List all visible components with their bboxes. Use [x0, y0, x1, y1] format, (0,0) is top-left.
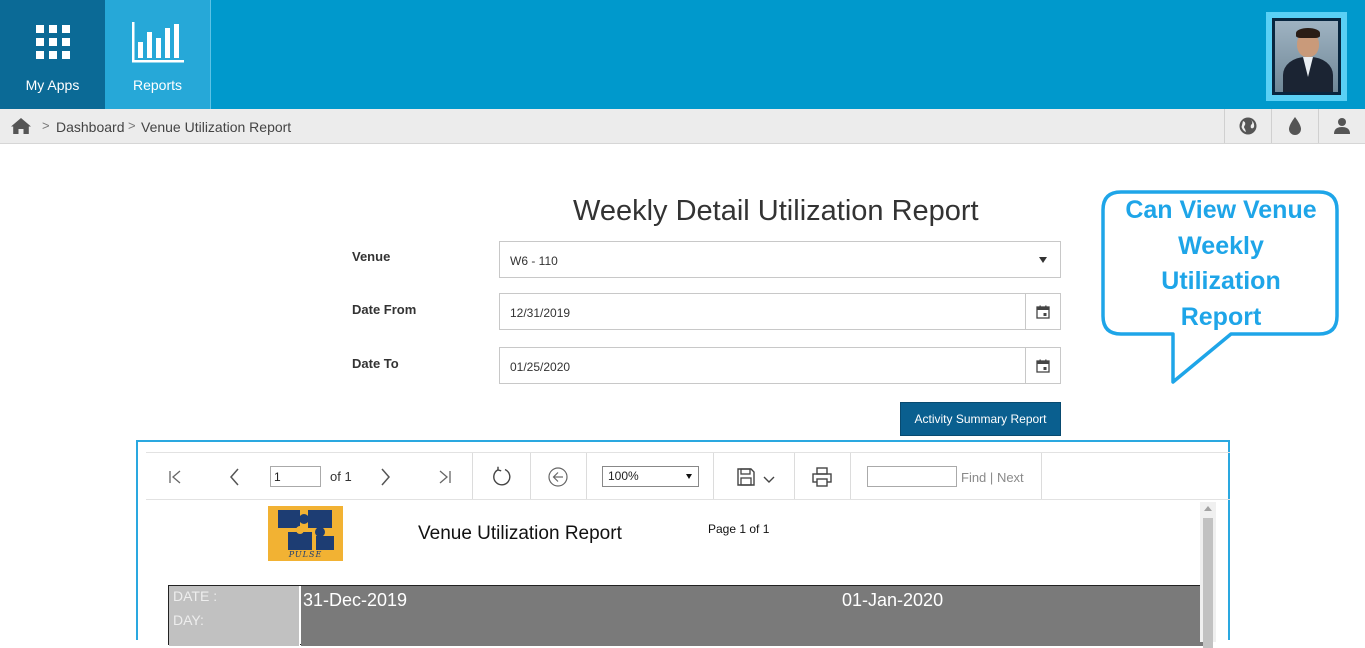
- breadcrumb-current: Venue Utilization Report: [141, 119, 292, 135]
- report-page-info: Page 1 of 1: [708, 522, 770, 536]
- globe-icon: [1239, 117, 1257, 135]
- date-to-value: 01/25/2020: [510, 360, 571, 374]
- find-input[interactable]: [867, 466, 957, 487]
- first-page-icon: [169, 470, 181, 484]
- scroll-up-arrow-icon[interactable]: [1204, 506, 1212, 511]
- next-link[interactable]: Next: [997, 470, 1024, 485]
- toolbar-divider: [1041, 453, 1042, 499]
- dropdown-caret-icon: [1039, 257, 1047, 263]
- find-controls: Find | Next: [961, 470, 1024, 485]
- export-button[interactable]: [734, 465, 778, 489]
- toolbar-divider: [850, 453, 851, 499]
- breadcrumb-tools: [1224, 109, 1365, 143]
- apps-grid-icon: [35, 25, 70, 59]
- user-avatar[interactable]: [1266, 12, 1347, 101]
- page-title: Weekly Detail Utilization Report: [573, 195, 979, 227]
- print-button[interactable]: [811, 465, 833, 489]
- callout-line: Can View Venue: [1125, 196, 1317, 224]
- venue-value: W6 - 110: [510, 254, 558, 268]
- report-title: Venue Utilization Report: [418, 523, 622, 544]
- next-page-button[interactable]: [376, 465, 394, 489]
- callout-line: Report: [1180, 302, 1262, 331]
- language-button[interactable]: [1224, 109, 1271, 143]
- activity-summary-report-button[interactable]: Activity Summary Report: [900, 402, 1061, 436]
- table-cell-date: 01-Jan-2020: [842, 590, 944, 610]
- profile-button[interactable]: [1318, 109, 1365, 143]
- toolbar-divider: [472, 453, 473, 499]
- report-toolbar: of 1 1: [146, 452, 1230, 500]
- callout-line: Weekly: [1178, 231, 1264, 260]
- date-from-field[interactable]: 12/31/2019: [499, 293, 1061, 330]
- save-disk-icon: [737, 468, 755, 486]
- date-to-label: Date To: [352, 356, 399, 371]
- page-count: of 1: [330, 469, 352, 484]
- theme-button[interactable]: [1271, 109, 1318, 143]
- previous-page-button[interactable]: [226, 465, 244, 489]
- date-from-label: Date From: [352, 302, 417, 317]
- home-icon[interactable]: [10, 117, 32, 135]
- toolbar-divider: [794, 453, 795, 499]
- logo-text: PULSE: [288, 550, 323, 559]
- breadcrumb-dashboard[interactable]: Dashboard: [56, 119, 125, 135]
- reports-label: Reports: [132, 77, 183, 93]
- dropdown-caret-icon: [686, 474, 692, 479]
- report-scrollbar[interactable]: [1200, 502, 1216, 648]
- date-from-value: 12/31/2019: [510, 306, 571, 320]
- report-table: DATE : DAY: 31-Dec-2019 01-Jan-2020: [168, 585, 1204, 646]
- calendar-icon: [1036, 305, 1050, 319]
- calendar-icon: [1036, 359, 1050, 373]
- callout-line: Utilization: [1161, 267, 1281, 295]
- pulse-logo: PULSE: [268, 506, 343, 561]
- report-page: PULSE Venue Utilization Report Page 1 of…: [146, 502, 1216, 646]
- refresh-button[interactable]: [491, 465, 513, 489]
- callout-text: Can View Venue Weekly Utilization Report: [1108, 193, 1334, 335]
- breadcrumb-separator: >: [128, 118, 136, 133]
- table-cell-date: 31-Dec-2019: [303, 590, 408, 610]
- breadcrumb-separator: >: [42, 118, 50, 133]
- top-navigation-bar: My Apps Reports: [0, 0, 1365, 109]
- date-row-label: DATE :: [173, 588, 218, 604]
- toolbar-divider: [530, 453, 531, 499]
- zoom-select[interactable]: 100%: [602, 466, 699, 487]
- chevron-down-icon: [763, 476, 775, 483]
- drop-icon: [1289, 117, 1301, 135]
- breadcrumb: > Dashboard > Venue Utilization Report: [0, 109, 1365, 144]
- reports-tile[interactable]: Reports: [105, 0, 211, 109]
- profile-photo: [1275, 21, 1338, 92]
- user-icon: [1334, 118, 1350, 134]
- first-page-button[interactable]: [166, 465, 184, 489]
- my-apps-label: My Apps: [25, 77, 80, 93]
- date-to-field[interactable]: 01/25/2020: [499, 347, 1061, 384]
- refresh-icon: [493, 466, 511, 486]
- page-number-input[interactable]: [270, 466, 321, 487]
- date-to-calendar-button[interactable]: [1025, 348, 1060, 383]
- back-button[interactable]: [547, 465, 569, 489]
- venue-label: Venue: [352, 249, 391, 264]
- day-row-label: DAY:: [173, 612, 204, 628]
- my-apps-tile[interactable]: My Apps: [0, 0, 105, 109]
- venue-select[interactable]: W6 - 110: [499, 241, 1061, 278]
- last-page-icon: [439, 470, 451, 484]
- find-link[interactable]: Find: [961, 470, 986, 485]
- back-circle-icon: [548, 467, 568, 487]
- printer-icon: [812, 467, 832, 487]
- toolbar-divider: [586, 453, 587, 499]
- report-viewer: of 1 1: [136, 440, 1230, 648]
- chevron-left-icon: [230, 468, 239, 486]
- find-separator: |: [989, 470, 994, 485]
- chevron-right-icon: [381, 468, 390, 486]
- date-from-calendar-button[interactable]: [1025, 294, 1060, 329]
- toolbar-divider: [713, 453, 714, 499]
- puzzle-logo-image: [278, 510, 334, 550]
- scroll-thumb[interactable]: [1203, 518, 1213, 648]
- last-page-button[interactable]: [436, 465, 454, 489]
- bar-chart-icon: [131, 22, 184, 63]
- zoom-value: 100%: [608, 469, 639, 483]
